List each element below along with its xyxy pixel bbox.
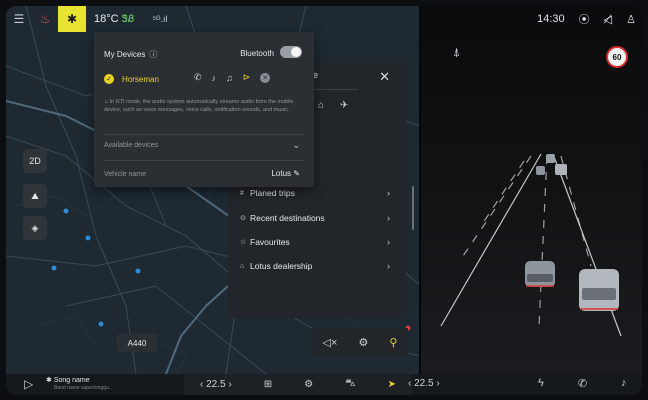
artist-name: Band name supertonggu... [54, 385, 113, 391]
play-icon[interactable]: ▷ [24, 377, 33, 391]
available-devices-label: Available devices [104, 142, 158, 149]
seat-heat-icon[interactable]: ♨ [32, 6, 58, 32]
map-layers-button[interactable]: ⛰ [23, 184, 47, 208]
pencil-icon: ✎ [293, 169, 300, 178]
nav-item-label: Favourites [250, 237, 290, 247]
temp-left-value: 22.5 [206, 379, 226, 390]
gear-icon[interactable]: ⚙ [358, 336, 368, 349]
infotainment-screen: ☰ ♨ ✱ 18°C ᏕᏰ ⁵ᴳ.ıl 14:30 ⦿ ◁̸ ♙ e ✕ ⌂ ✈… [6, 6, 642, 395]
nav-item-planned-trips[interactable]: # Planed trips › [240, 188, 390, 198]
bluetooth-label: Bluetooth [240, 49, 274, 58]
music-notes-icon[interactable]: ♫ [226, 73, 233, 83]
road-label: A440 [117, 334, 157, 352]
view-mode-label: 2D [29, 156, 41, 166]
search-icon[interactable]: ⚲ [389, 336, 397, 349]
temp-left[interactable]: ‹ 22.5 › [200, 379, 232, 390]
apps-icon[interactable]: ⊞ [264, 379, 272, 390]
map-toolbar: ◁× ⚙ ⚲ [312, 328, 408, 356]
my-devices-panel: My Devices ⓘ Bluetooth ✓ Horseman ✆ ♪ ♫ ⊳… [94, 32, 314, 187]
close-icon[interactable]: ✕ [379, 69, 390, 85]
device-note: ♫ In RTI mode, the audio system automati… [104, 99, 294, 113]
bluetooth-toggle[interactable] [280, 46, 302, 58]
eco-indicator: ᏕᏰ [121, 13, 135, 25]
nav-scrollbar[interactable] [412, 186, 414, 230]
song-name: ✱ Song name [46, 377, 90, 384]
clock: 14:30 [537, 13, 565, 25]
devices-title-text: My Devices [104, 50, 146, 59]
temp-right[interactable]: ‹ 22.5 › [408, 378, 440, 389]
nav-item-dealership[interactable]: ⌂ Lotus dealership › [240, 261, 390, 271]
vehicle-name-value[interactable]: Lotus ✎ [271, 169, 300, 178]
clock-icon: ⊙ [240, 215, 246, 222]
nav-item-label: Lotus dealership [250, 261, 313, 271]
phone-icon[interactable]: ✆ [194, 72, 202, 83]
device-row[interactable]: ✓ Horseman ✆ ♪ ♫ ⊳ ✕ [104, 72, 304, 86]
phone-icon[interactable]: ✆ [578, 377, 587, 390]
charging-icon[interactable]: ϟ [538, 377, 544, 390]
view-mode-button[interactable]: 2D [23, 149, 47, 173]
user-icon[interactable]: ♙ [626, 13, 636, 26]
temp-right-value: 22.5 [414, 378, 434, 389]
bottom-bar: ▷ ✱ Song name Band name supertonggu... ‹… [6, 374, 642, 395]
music-icon[interactable]: ♪ [621, 377, 627, 390]
song-name-text: Song name [53, 377, 90, 384]
chevron-right-icon: › [387, 188, 390, 198]
quick-actions: ϟ ✆ ♪ [538, 377, 627, 390]
star-icon: ☆ [240, 239, 247, 246]
chevron-right-icon: › [387, 261, 390, 271]
device-note-text: In RTI mode, the audio system automatica… [104, 99, 294, 113]
status-bar: ☰ ♨ ✱ 18°C ᏕᏰ ⁵ᴳ.ıl 14:30 ⦿ ◁̸ ♙ [6, 6, 642, 32]
disconnect-icon[interactable]: ✕ [260, 72, 271, 83]
chevron-right-icon: › [387, 237, 390, 247]
devices-title: My Devices ⓘ [104, 49, 157, 60]
voice-mute-icon[interactable]: ◁× [323, 336, 338, 349]
chevron-down-icon[interactable]: ⌄ [292, 140, 300, 151]
nav-item-favourites[interactable]: ☆ Favourites › [240, 237, 390, 247]
outside-temperature: 18°C [94, 13, 119, 25]
navigation-icon[interactable]: ➤ [388, 379, 396, 390]
lane-assist-icon: ⍋ [453, 45, 461, 59]
vehicle-name-label: Vehicle name [104, 171, 147, 178]
mountain-icon: ⛰ [31, 190, 39, 201]
nav-item-label: Planed trips [250, 188, 295, 198]
layers-icon: ◈ [31, 222, 39, 233]
chevron-right-icon: › [387, 213, 390, 223]
nav-item-label: Recent destinations [250, 213, 325, 223]
climate-dock: ‹ 22.5 › ⊞ ⚙ ⛍ ➤ [184, 374, 412, 395]
settings-sliders-icon[interactable]: ☰ [6, 6, 32, 32]
dealer-icon: ⌂ [240, 262, 245, 270]
map-stack-button[interactable]: ◈ [23, 216, 47, 240]
nav-category-icons: ⌂ ✈ [318, 100, 348, 111]
divider [104, 160, 304, 161]
check-icon: ✓ [104, 74, 114, 84]
signal-indicator: ⁵ᴳ.ıl [152, 14, 168, 24]
speed-limit-sign: 60 [606, 46, 628, 68]
bluetooth-icon[interactable]: ✱ [58, 6, 86, 32]
play-circle-icon[interactable]: ⊳ [243, 72, 251, 83]
vehicle-name-text: Lotus [271, 169, 292, 178]
info-icon[interactable]: ⓘ [149, 50, 157, 59]
device-name: Horseman [122, 74, 159, 84]
divider [104, 134, 304, 135]
home-icon[interactable]: ⌂ [318, 100, 324, 111]
nav-item-recent[interactable]: ⊙ Recent destinations › [240, 213, 390, 223]
gear-icon[interactable]: ⚙ [304, 379, 313, 390]
cast-icon[interactable]: ⦿ [579, 11, 590, 27]
trip-icon: # [240, 189, 244, 197]
music-note-icon[interactable]: ♪ [212, 73, 217, 83]
mute-icon[interactable]: ◁̸ [604, 13, 612, 26]
flight-icon[interactable]: ✈ [340, 100, 348, 111]
car-icon[interactable]: ⛍ [345, 378, 355, 391]
